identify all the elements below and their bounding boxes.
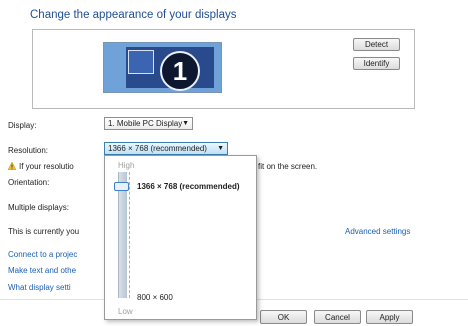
display-dropdown[interactable]: 1. Mobile PC Display ▼ — [104, 117, 193, 130]
page-title: Change the appearance of your displays — [30, 9, 237, 21]
ok-button[interactable]: OK — [260, 310, 307, 324]
display-preview-area: 1 Detect Identify — [32, 29, 415, 109]
resolution-dropdown[interactable]: 1366 × 768 (recommended) ▼ — [104, 142, 228, 155]
monitor-number: 1 — [160, 51, 200, 91]
slider-min-resolution: 800 × 600 — [137, 293, 173, 302]
window-thumbnail — [128, 50, 154, 74]
detect-button[interactable]: Detect — [353, 38, 400, 51]
monitor-1-icon[interactable]: 1 — [103, 42, 222, 93]
cancel-button[interactable]: Cancel — [314, 310, 361, 324]
warning-text: If your resolutio — [19, 162, 74, 171]
display-dropdown-value: 1. Mobile PC Display — [108, 119, 183, 128]
multiple-displays-label: Multiple displays: — [8, 203, 69, 212]
chevron-down-icon: ▼ — [182, 120, 189, 127]
display-settings-help-link[interactable]: What display setti — [8, 283, 71, 292]
slider-high-label: High — [118, 161, 135, 170]
identify-button[interactable]: Identify — [353, 57, 400, 70]
chevron-down-icon: ▼ — [217, 145, 224, 152]
current-display-status: This is currently you — [8, 227, 80, 236]
apply-button[interactable]: Apply — [366, 310, 413, 324]
resolution-dropdown-value: 1366 × 768 (recommended) — [108, 144, 207, 153]
make-text-larger-link[interactable]: Make text and othe — [8, 266, 76, 275]
connect-projector-link[interactable]: Connect to a projec — [8, 250, 77, 259]
display-label: Display: — [8, 121, 37, 130]
monitor-screen: 1 — [126, 47, 214, 91]
warning-text-tail: fit on the screen. — [258, 162, 318, 171]
resolution-slider-popup: High 1366 × 768 (recommended) 800 × 600 … — [104, 155, 257, 320]
orientation-label: Orientation: — [8, 178, 50, 187]
resolution-label: Resolution: — [8, 146, 49, 155]
warning-icon — [8, 162, 16, 170]
slider-current-resolution: 1366 × 768 (recommended) — [137, 182, 240, 191]
advanced-settings-link[interactable]: Advanced settings — [345, 227, 410, 236]
resolution-slider-thumb[interactable] — [114, 182, 129, 191]
slider-low-label: Low — [118, 307, 133, 316]
slider-tick-line — [129, 172, 130, 298]
